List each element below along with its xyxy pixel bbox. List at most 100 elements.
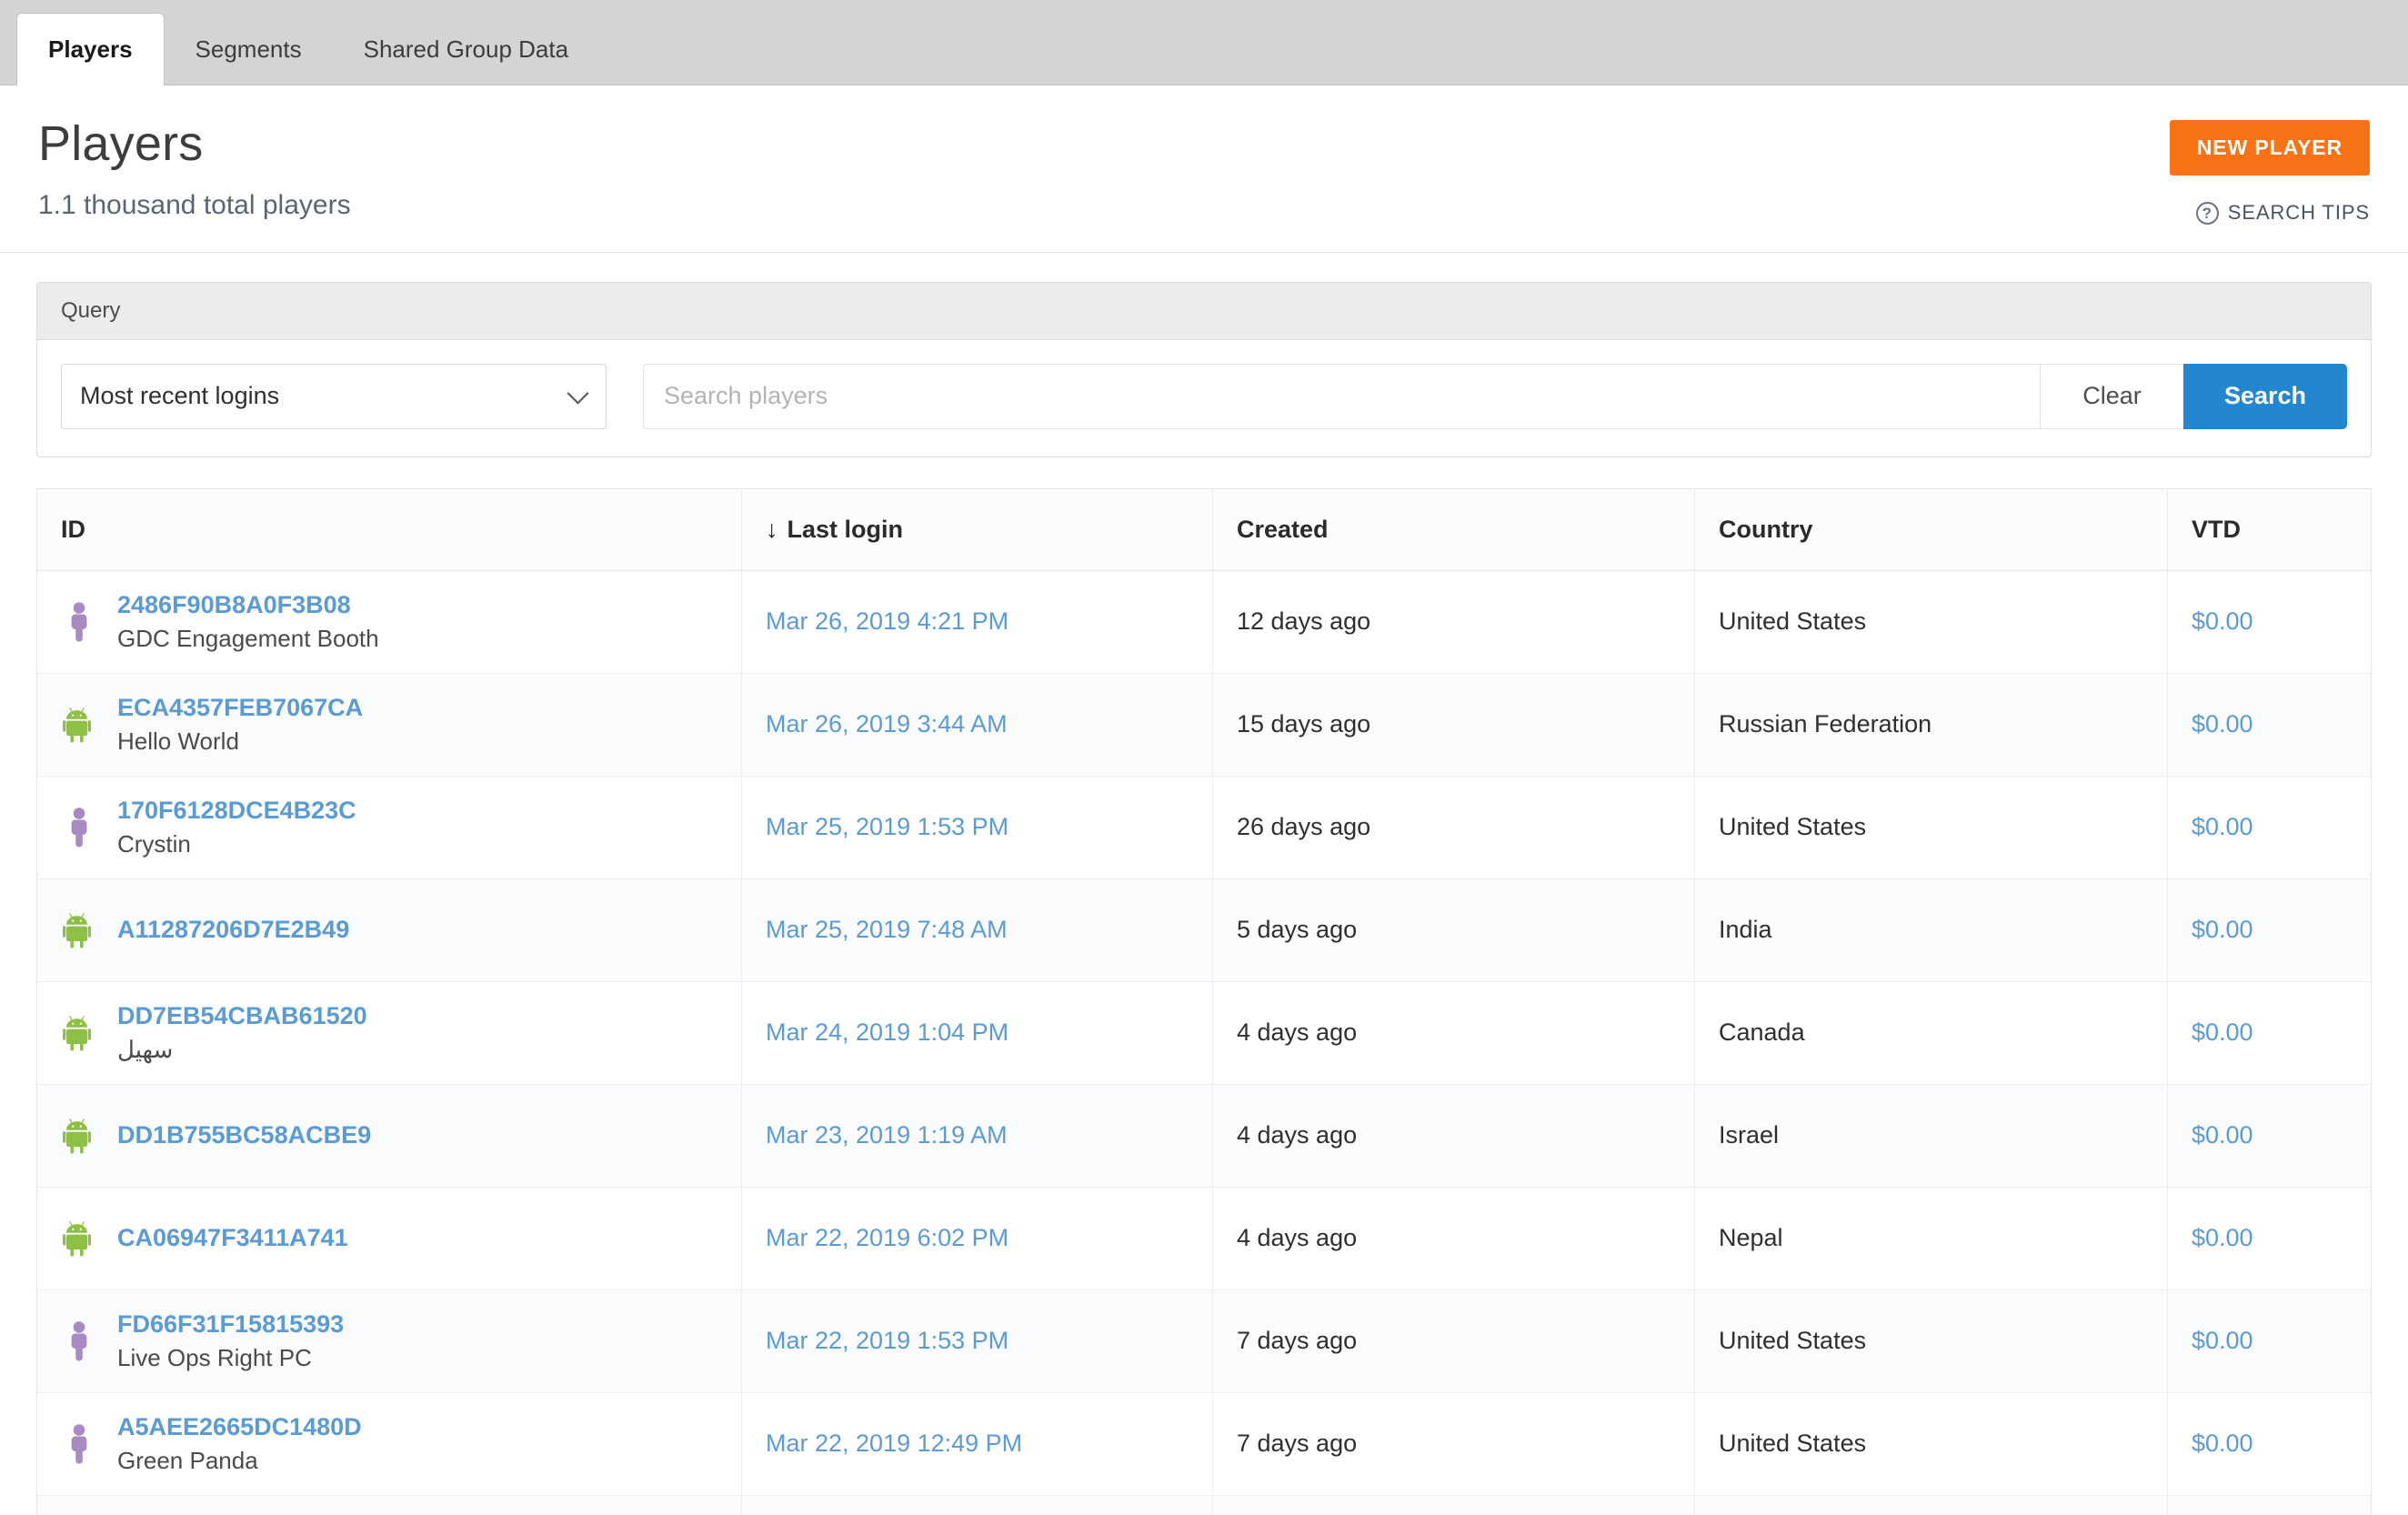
cell-last-login: Mar 26, 2019 4:21 PM <box>741 570 1213 674</box>
table-row[interactable]: FD66F31F15815393 Live Ops Right PC Mar 22,… <box>36 1289 2372 1393</box>
column-header-vtd[interactable]: VTD <box>2167 488 2372 571</box>
page-title: Players <box>38 116 204 171</box>
sort-order-selected-label: Most recent logins <box>80 382 280 410</box>
player-id-link[interactable]: 170F6128DCE4B23C <box>117 797 356 826</box>
cell-id: FD66F31F15815393 Live Ops Right PC <box>36 1289 742 1393</box>
player-display-name: Green Panda <box>117 1446 258 1474</box>
last-login-link[interactable]: Mar 25, 2019 7:48 AM <box>766 916 1008 943</box>
column-header-id[interactable]: ID <box>36 488 742 571</box>
table-header: ID ↓ Last login Created Country VTD <box>36 488 2372 571</box>
column-header-last-login-label: Last login <box>787 515 904 543</box>
query-panel: Query Most recent logins Clear Search <box>36 281 2372 457</box>
cell-id: DD7EB54CBAB61520 سهيل <box>36 981 742 1085</box>
cell-country: Israel <box>1694 1084 2168 1188</box>
last-login-link[interactable]: Mar 22, 2019 6:02 PM <box>766 1224 1008 1251</box>
cell-country: Canada <box>1694 981 2168 1085</box>
cell-country: United States <box>1694 1392 2168 1496</box>
cell-vtd: $0.00 <box>2167 981 2372 1085</box>
column-header-vtd-label: VTD <box>2192 515 2241 543</box>
cell-created: 7 days ago <box>1212 1289 1695 1393</box>
last-login-link[interactable]: Mar 25, 2019 1:53 PM <box>766 813 1008 840</box>
tab-players[interactable]: Players <box>16 13 165 85</box>
clear-button[interactable]: Clear <box>2040 363 2183 429</box>
cell-last-login: Mar 25, 2019 7:48 AM <box>741 878 1213 982</box>
cell-last-login <box>741 1495 1213 1515</box>
player-id-link[interactable]: A5AEE2665DC1480D <box>117 1413 362 1442</box>
player-id-link[interactable]: CA06947F3411A741 <box>117 1224 348 1253</box>
cell-last-login: Mar 22, 2019 12:49 PM <box>741 1392 1213 1496</box>
vtd-link[interactable]: $0.00 <box>2192 607 2253 635</box>
cell-id: A11287206D7E2B49 <box>36 878 742 982</box>
column-header-created[interactable]: Created <box>1212 488 1695 571</box>
last-login-link[interactable]: Mar 26, 2019 3:44 AM <box>766 710 1008 737</box>
column-header-created-label: Created <box>1237 515 1329 543</box>
player-display-name: GDC Engagement Booth <box>117 624 379 652</box>
player-id-link[interactable]: DD1B755BC58ACBE9 <box>117 1121 371 1150</box>
table-row[interactable]: CA06947F3411A741 Mar 22, 2019 6:02 PM 4 da… <box>36 1187 2372 1290</box>
player-id-link[interactable]: DD7EB54CBAB61520 <box>117 1002 367 1031</box>
vtd-link[interactable]: $0.00 <box>2192 1121 2253 1149</box>
player-id-link[interactable]: 2486F90B8A0F3B08 <box>117 591 379 620</box>
last-login-link[interactable]: Mar 26, 2019 4:21 PM <box>766 607 1008 635</box>
last-login-link[interactable]: Mar 24, 2019 1:04 PM <box>766 1018 1008 1046</box>
cell-last-login: Mar 22, 2019 6:02 PM <box>741 1187 1213 1290</box>
table-row[interactable]: 8FA5FC00DF0000C6C <box>36 1495 2372 1515</box>
player-display-name: Live Ops Right PC <box>117 1343 312 1371</box>
new-player-button[interactable]: NEW PLAYER <box>2169 120 2370 176</box>
cell-country: United States <box>1694 776 2168 879</box>
cell-created: 15 days ago <box>1212 673 1695 777</box>
table-row[interactable]: A5AEE2665DC1480D Green Panda Mar 22, 2019 … <box>36 1392 2372 1496</box>
cell-id: CA06947F3411A741 <box>36 1187 742 1290</box>
vtd-link[interactable]: $0.00 <box>2192 1430 2253 1457</box>
cell-vtd: $0.00 <box>2167 1084 2372 1188</box>
column-header-country-label: Country <box>1719 515 1813 543</box>
table-row[interactable]: 2486F90B8A0F3B08 GDC Engagement Booth Mar … <box>36 570 2372 674</box>
players-table-container: ID ↓ Last login Created Country VTD 2486F… <box>0 457 2408 1515</box>
search-tips-link[interactable]: ? SEARCH TIPS <box>2170 201 2370 225</box>
column-header-country[interactable]: Country <box>1694 488 2168 571</box>
cell-id: 170F6128DCE4B23C Crystin <box>36 776 742 879</box>
person-icon <box>61 1423 97 1464</box>
cell-last-login: Mar 22, 2019 1:53 PM <box>741 1289 1213 1393</box>
vtd-link[interactable]: $0.00 <box>2192 813 2253 840</box>
player-id-link[interactable]: A11287206D7E2B49 <box>117 916 349 945</box>
vtd-link[interactable]: $0.00 <box>2192 1327 2253 1354</box>
person-icon <box>61 807 97 848</box>
search-input[interactable] <box>643 363 2040 429</box>
cell-vtd: $0.00 <box>2167 1289 2372 1393</box>
cell-country: Russian Federation <box>1694 673 2168 777</box>
cell-country: India <box>1694 878 2168 982</box>
column-header-last-login[interactable]: ↓ Last login <box>741 488 1213 571</box>
sort-order-select[interactable]: Most recent logins <box>61 363 607 429</box>
last-login-link[interactable]: Mar 22, 2019 1:53 PM <box>766 1327 1008 1354</box>
query-section: Query Most recent logins Clear Search <box>0 253 2408 457</box>
player-id-link[interactable]: FD66F31F15815393 <box>117 1310 344 1339</box>
last-login-link[interactable]: Mar 23, 2019 1:19 AM <box>766 1121 1008 1149</box>
table-row[interactable]: A11287206D7E2B49 Mar 25, 2019 7:48 AM 5 da… <box>36 878 2372 982</box>
cell-country: United States <box>1694 570 2168 674</box>
vtd-link[interactable]: $0.00 <box>2192 1018 2253 1046</box>
search-group: Clear Search <box>643 363 2347 429</box>
android-icon <box>61 1118 97 1154</box>
vtd-link[interactable]: $0.00 <box>2192 1224 2253 1251</box>
cell-id: A5AEE2665DC1480D Green Panda <box>36 1392 742 1496</box>
tab-segments[interactable]: Segments <box>165 14 333 85</box>
cell-created: 4 days ago <box>1212 981 1695 1085</box>
vtd-link[interactable]: $0.00 <box>2192 710 2253 737</box>
cell-created: 12 days ago <box>1212 570 1695 674</box>
table-row[interactable]: ECA4357FEB7067CA Hello World Mar 26, 2019 … <box>36 673 2372 777</box>
tab-segments-label: Segments <box>195 35 302 63</box>
vtd-link[interactable]: $0.00 <box>2192 916 2253 943</box>
player-id-link[interactable]: ECA4357FEB7067CA <box>117 694 363 723</box>
table-body: 2486F90B8A0F3B08 GDC Engagement Booth Mar … <box>36 570 2372 1515</box>
table-row[interactable]: DD7EB54CBAB61520 سهيل Mar 24, 2019 1:04 PM… <box>36 981 2372 1085</box>
cell-vtd: $0.00 <box>2167 1392 2372 1496</box>
cell-last-login: Mar 24, 2019 1:04 PM <box>741 981 1213 1085</box>
table-row[interactable]: DD1B755BC58ACBE9 Mar 23, 2019 1:19 AM 4 da… <box>36 1084 2372 1188</box>
table-row[interactable]: 170F6128DCE4B23C Crystin Mar 25, 2019 1:53… <box>36 776 2372 879</box>
android-icon <box>61 1220 97 1257</box>
cell-last-login: Mar 25, 2019 1:53 PM <box>741 776 1213 879</box>
tab-shared-group-data[interactable]: Shared Group Data <box>333 14 599 85</box>
last-login-link[interactable]: Mar 22, 2019 12:49 PM <box>766 1430 1022 1457</box>
search-button[interactable]: Search <box>2183 363 2347 429</box>
